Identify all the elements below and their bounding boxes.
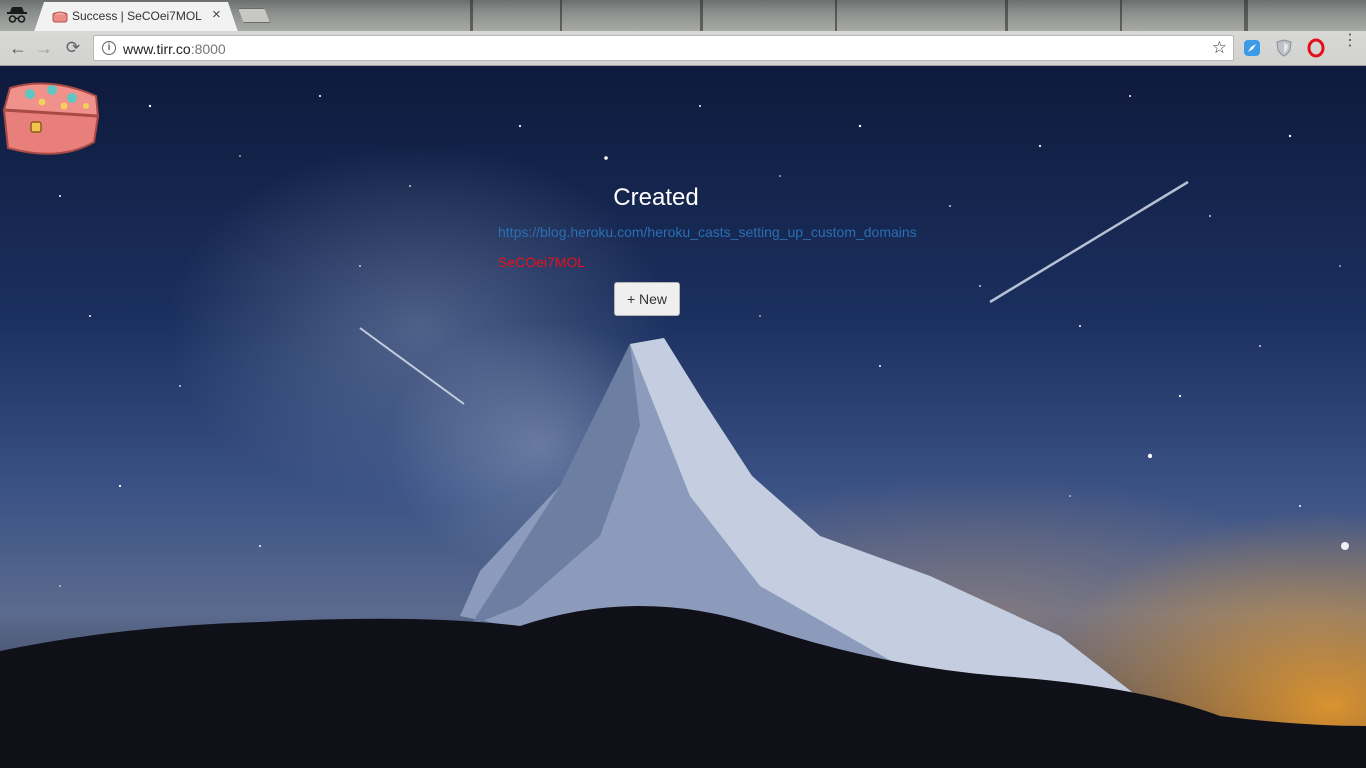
short-code-text: SeCOei7MOL	[498, 254, 586, 270]
treasure-chest-logo[interactable]	[0, 78, 102, 158]
chest-favicon-icon	[52, 10, 68, 23]
wallpaper-streak	[1244, 0, 1248, 31]
browser-toolbar: ← → ⟳ i www.tirr.co:8000 ☆ ⋮	[0, 31, 1366, 66]
meteor-streak	[359, 327, 465, 405]
tab-title: Success | SeCOei7MOL	[72, 9, 202, 23]
created-url-link[interactable]: https://blog.heroku.com/heroku_casts_set…	[498, 224, 917, 240]
compass-extension-icon[interactable]	[1242, 38, 1262, 58]
url-port: :8000	[190, 41, 226, 57]
shield-extension-icon[interactable]	[1274, 38, 1294, 58]
wallpaper-streak	[1005, 0, 1008, 31]
wallpaper-streak	[835, 0, 837, 31]
wallpaper-streak	[1120, 0, 1122, 31]
opera-extension-icon[interactable]	[1306, 38, 1326, 58]
forward-arrow-icon[interactable]: →	[34, 38, 54, 58]
page-title: Created	[613, 184, 699, 211]
browser-menu-icon[interactable]: ⋮	[1342, 33, 1358, 49]
wallpaper-streak	[700, 0, 703, 31]
reload-icon[interactable]: ⟳	[63, 38, 83, 58]
wallpaper-streak	[470, 0, 473, 31]
url-text[interactable]: www.tirr.co:8000	[123, 41, 226, 57]
bookmark-star-icon[interactable]: ☆	[1212, 38, 1227, 58]
url-host: www.tirr.co	[123, 41, 191, 57]
foreground-hills	[0, 606, 1366, 768]
close-tab-icon[interactable]: ×	[212, 6, 221, 23]
mountain-night-sky-background	[0, 95, 1366, 768]
new-tab-button[interactable]	[238, 8, 270, 23]
info-icon[interactable]: i	[102, 41, 116, 55]
page-viewport: Created https://blog.heroku.com/heroku_c…	[0, 66, 1366, 768]
tab-strip: Success | SeCOei7MOL ×	[0, 0, 1366, 31]
tab-success[interactable]: Success | SeCOei7MOL ×	[34, 2, 238, 31]
incognito-icon	[6, 5, 28, 25]
wallpaper-streak	[560, 0, 562, 31]
new-button[interactable]: + New	[614, 282, 680, 316]
back-arrow-icon[interactable]: ←	[8, 38, 28, 58]
address-bar[interactable]: i www.tirr.co:8000 ☆	[93, 35, 1234, 61]
